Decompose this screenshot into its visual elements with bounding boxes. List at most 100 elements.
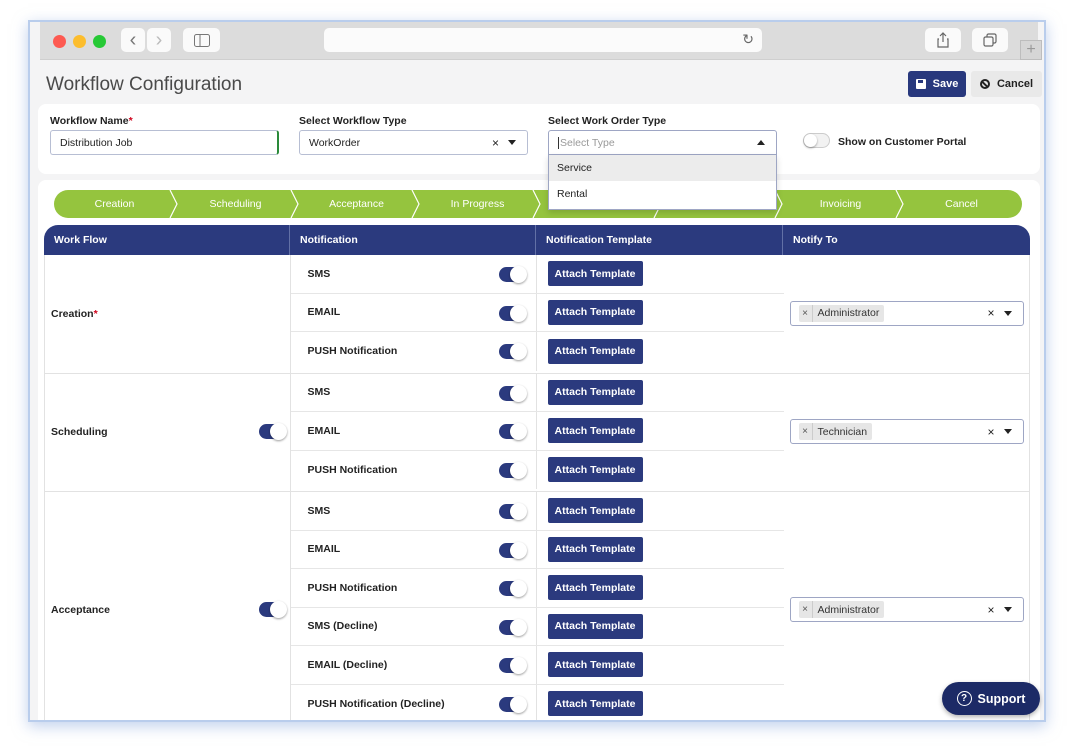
recipient-label: Technician xyxy=(817,425,868,438)
step-1[interactable]: Creation xyxy=(54,190,178,218)
template-cell: Attach Template xyxy=(537,492,784,530)
attach-template-button[interactable]: Attach Template xyxy=(547,418,643,444)
attach-template-button[interactable]: Attach Template xyxy=(547,652,643,678)
dropdown-option-rental[interactable]: Rental xyxy=(549,181,776,207)
notification-toggle[interactable] xyxy=(498,461,527,479)
minimize-window-button[interactable] xyxy=(73,35,86,48)
toggle-knob xyxy=(509,304,527,322)
notification-toggle[interactable] xyxy=(498,343,527,360)
clear-icon[interactable]: × xyxy=(987,425,994,439)
page-title: Workflow Configuration xyxy=(46,74,243,95)
notification-toggle[interactable] xyxy=(498,423,527,440)
dropdown-option-service[interactable]: Service xyxy=(549,155,776,181)
notification-label: SMS (Decline) xyxy=(307,620,378,633)
chevron-left-icon: ‹ xyxy=(129,29,137,51)
notification-table: Work Flow Notification Notification Temp… xyxy=(44,225,1030,720)
forward-button[interactable]: › xyxy=(147,28,171,52)
attach-template-button[interactable]: Attach Template xyxy=(547,299,643,325)
back-button[interactable]: ‹ xyxy=(121,28,145,52)
save-label: Save xyxy=(932,78,959,90)
work-order-type-select[interactable]: Select Type xyxy=(548,130,777,155)
step-7[interactable]: Invoicing xyxy=(780,190,904,218)
clear-icon[interactable]: × xyxy=(987,603,994,617)
template-cell: Attach Template xyxy=(537,374,784,412)
support-label: Support xyxy=(977,691,1026,706)
close-window-button[interactable] xyxy=(53,35,66,48)
attach-template-button[interactable]: Attach Template xyxy=(547,613,643,639)
notification-toggle[interactable] xyxy=(498,580,527,597)
notification-toggle[interactable] xyxy=(498,266,527,283)
notification-toggle[interactable] xyxy=(498,304,527,322)
notify-to-select[interactable]: × Administrator × xyxy=(789,597,1024,622)
new-tab-button[interactable]: + xyxy=(1020,40,1042,60)
work-order-type-dropdown: Service Rental xyxy=(548,155,777,210)
workflow-stage-cell: Scheduling xyxy=(45,373,291,491)
remove-chip-icon[interactable]: × xyxy=(799,601,813,618)
notification-cell: SMS xyxy=(291,255,537,293)
remove-chip-icon[interactable]: × xyxy=(799,423,813,441)
chevron-down-icon[interactable] xyxy=(508,140,516,145)
attach-template-button[interactable]: Attach Template xyxy=(547,379,643,405)
sidebar-toggle-button[interactable] xyxy=(183,28,220,52)
customer-portal-toggle[interactable] xyxy=(803,133,830,148)
table-row: SMS Attach Template xyxy=(290,373,784,412)
clear-icon[interactable]: × xyxy=(987,306,994,320)
workflow-type-select[interactable]: WorkOrder × xyxy=(299,130,528,155)
step-separator-icon xyxy=(895,190,904,218)
address-bar[interactable]: ↻ xyxy=(324,28,762,52)
attach-template-button[interactable]: Attach Template xyxy=(547,536,643,562)
share-button[interactable] xyxy=(925,28,961,52)
notify-to-select[interactable]: × Administrator × xyxy=(789,300,1024,326)
toggle-knob xyxy=(509,695,527,713)
attach-template-button[interactable]: Attach Template xyxy=(547,691,643,717)
stage-name-text: Creation xyxy=(51,307,94,320)
chevron-up-icon[interactable] xyxy=(757,140,765,145)
notification-cell: PUSH Notification xyxy=(291,450,537,489)
save-button[interactable]: Save xyxy=(908,71,966,97)
notification-toggle[interactable] xyxy=(498,384,527,402)
notification-toggle[interactable] xyxy=(498,541,527,559)
save-icon xyxy=(915,79,926,89)
notification-toggle[interactable] xyxy=(498,695,527,713)
chevron-down-icon[interactable] xyxy=(1003,429,1012,435)
workflow-group-creation: Creation* SMS Attach Template EMAIL Attach T… xyxy=(44,255,1030,374)
tabs-icon xyxy=(983,33,997,47)
maximize-window-button[interactable] xyxy=(93,35,106,48)
remove-chip-icon[interactable]: × xyxy=(799,304,813,322)
header-notification: Notification xyxy=(290,225,536,255)
support-button[interactable]: ? Support xyxy=(942,682,1040,715)
workflow-name-input[interactable]: Distribution Job xyxy=(50,130,279,155)
stage-toggle[interactable] xyxy=(259,601,287,618)
workflow-name-label-text: Workflow Name xyxy=(50,115,129,127)
step-3[interactable]: Acceptance xyxy=(296,190,420,218)
table-row: EMAIL Attach Template xyxy=(290,412,784,451)
chevron-down-icon[interactable] xyxy=(1003,310,1012,316)
attach-template-button[interactable]: Attach Template xyxy=(547,575,643,601)
attach-template-button[interactable]: Attach Template xyxy=(547,261,643,287)
notification-label: EMAIL xyxy=(307,543,341,556)
clear-icon[interactable]: × xyxy=(492,136,499,150)
step-4[interactable]: In Progress xyxy=(417,190,541,218)
chevron-down-icon[interactable] xyxy=(1003,607,1012,612)
share-icon xyxy=(937,32,949,48)
workflow-type-value: WorkOrder xyxy=(309,136,361,149)
notification-cell: EMAIL xyxy=(291,412,537,450)
notification-cell: EMAIL (Decline) xyxy=(291,646,537,684)
attach-template-button[interactable]: Attach Template xyxy=(547,498,643,524)
notify-to-select[interactable]: × Technician × xyxy=(789,419,1024,445)
cancel-button[interactable]: Cancel xyxy=(971,71,1042,97)
notification-toggle[interactable] xyxy=(498,657,527,674)
notify-to-cell: × Technician × xyxy=(784,373,1030,491)
reload-icon[interactable]: ↻ xyxy=(742,31,754,48)
attach-template-button[interactable]: Attach Template xyxy=(547,457,643,483)
notification-toggle[interactable] xyxy=(498,618,527,636)
notification-toggle[interactable] xyxy=(498,503,527,520)
stage-toggle[interactable] xyxy=(259,423,287,441)
chevron-right-icon: › xyxy=(155,29,163,51)
step-label: Invoicing xyxy=(819,198,862,210)
toggle-knob xyxy=(509,343,527,360)
step-8[interactable]: Cancel xyxy=(901,190,1022,218)
step-2[interactable]: Scheduling xyxy=(175,190,299,218)
attach-template-button[interactable]: Attach Template xyxy=(547,338,643,364)
tabs-overview-button[interactable] xyxy=(972,28,1008,52)
